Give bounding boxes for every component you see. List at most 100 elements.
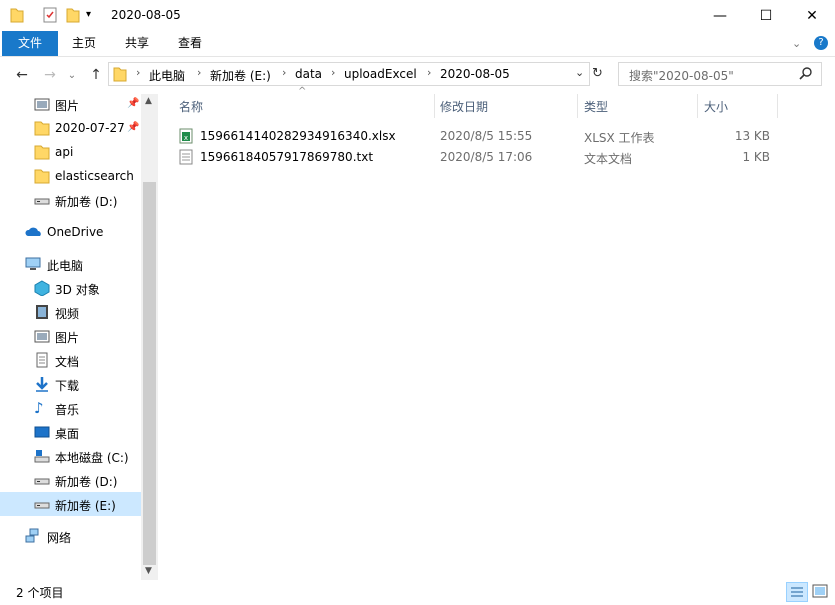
nav-item-desktop[interactable]: 桌面 <box>0 420 141 444</box>
nav-item-documents[interactable]: 文档 <box>0 348 141 372</box>
pin-icon[interactable]: 📌 <box>127 98 139 109</box>
nav-item-drive-c[interactable]: 本地磁盘 (C:) <box>0 444 141 468</box>
excel-file-icon: x <box>179 128 193 144</box>
search-icon[interactable] <box>799 66 813 80</box>
breadcrumb-uploadexcel[interactable]: uploadExcel <box>344 67 417 81</box>
window-title: 2020-08-05 <box>111 8 181 22</box>
onedrive-icon <box>25 224 41 240</box>
3d-objects-icon <box>34 280 50 296</box>
drive-icon <box>34 472 50 488</box>
back-button[interactable]: ← <box>12 66 32 84</box>
scroll-up-icon[interactable]: ▲ <box>145 96 152 106</box>
nav-scrollbar[interactable]: ▲ ▼ <box>141 94 158 581</box>
breadcrumb-separator: › <box>427 66 432 79</box>
column-divider[interactable] <box>777 94 778 118</box>
breadcrumb-current[interactable]: 2020-08-05 <box>440 67 510 81</box>
folder-icon <box>34 144 50 160</box>
network-icon <box>25 528 41 544</box>
nav-item-api[interactable]: api <box>0 140 141 164</box>
pictures-icon <box>34 96 50 112</box>
table-row[interactable]: x 1596614140282934916340.xlsx 2020/8/5 1… <box>170 126 780 147</box>
text-file-icon <box>179 149 193 165</box>
address-bar[interactable]: › 此电脑 › 新加卷 (E:) › data › uploadExcel › … <box>108 62 590 86</box>
ribbon-expand-icon[interactable]: ⌄ <box>792 37 801 50</box>
breadcrumb-separator: › <box>331 66 336 79</box>
file-size: 1 KB <box>742 150 770 164</box>
tab-share[interactable]: 共享 <box>117 31 157 56</box>
column-divider[interactable] <box>697 94 698 118</box>
scroll-down-icon[interactable]: ▼ <box>145 566 152 576</box>
column-header-size[interactable]: 大小 <box>704 98 728 115</box>
sort-indicator-icon: ^ <box>298 86 307 97</box>
nav-item-2020-07-27[interactable]: 2020-07-27 📌 <box>0 116 141 140</box>
file-size: 13 KB <box>734 129 770 143</box>
pictures-icon <box>34 328 50 344</box>
column-header-modified[interactable]: 修改日期 <box>440 98 488 115</box>
forward-button[interactable]: → <box>40 66 60 84</box>
nav-item-downloads[interactable]: 下载 <box>0 372 141 396</box>
refresh-icon[interactable]: ↻ <box>592 66 603 81</box>
folder-icon <box>34 120 50 136</box>
up-button[interactable]: ↑ <box>86 66 106 84</box>
downloads-icon <box>34 376 50 392</box>
nav-item-3d-objects[interactable]: 3D 对象 <box>0 276 141 300</box>
qat-dropdown-icon[interactable]: ▾ <box>86 9 91 20</box>
file-modified: 2020/8/5 15:55 <box>440 129 533 143</box>
folder-icon <box>113 66 127 82</box>
tab-file[interactable]: 文件 <box>2 31 58 56</box>
status-bar: 2 个项目 <box>0 580 835 605</box>
breadcrumb-this-pc[interactable]: 此电脑 <box>149 67 185 84</box>
large-icons-view-button[interactable] <box>810 582 830 600</box>
details-view-button[interactable] <box>786 582 808 602</box>
drive-icon <box>34 192 50 208</box>
videos-icon <box>34 304 50 320</box>
folder-icon <box>34 168 50 184</box>
tab-view[interactable]: 查看 <box>170 31 210 56</box>
nav-item-music[interactable]: ♪ 音乐 <box>0 396 141 420</box>
new-folder-icon[interactable] <box>66 7 80 23</box>
item-count: 2 个项目 <box>16 586 64 600</box>
nav-item-onedrive[interactable]: OneDrive <box>0 220 141 244</box>
nav-item-drive-e[interactable]: 新加卷 (E:) <box>0 492 141 516</box>
nav-item-network[interactable]: 网络 <box>0 524 141 548</box>
breadcrumb-separator: › <box>197 66 202 79</box>
file-type: XLSX 工作表 <box>584 131 655 145</box>
address-dropdown-icon[interactable]: ⌄ <box>575 66 584 79</box>
column-header-name[interactable]: 名称 <box>179 98 203 115</box>
nav-item-videos[interactable]: 视频 <box>0 300 141 324</box>
maximize-button[interactable]: ☐ <box>743 0 789 31</box>
breadcrumb-separator: › <box>282 66 287 79</box>
close-button[interactable]: ✕ <box>789 0 835 31</box>
search-placeholder: 搜索"2020-08-05" <box>629 69 734 83</box>
breadcrumb-data[interactable]: data <box>295 67 322 81</box>
search-box[interactable]: 搜索"2020-08-05" <box>618 62 822 86</box>
pin-icon[interactable]: 📌 <box>127 122 139 133</box>
column-divider[interactable] <box>434 94 435 118</box>
properties-icon[interactable] <box>43 7 57 23</box>
help-icon[interactable]: ? <box>814 36 828 50</box>
nav-item-drive-d[interactable]: 新加卷 (D:) <box>0 468 141 492</box>
recent-locations-icon[interactable]: ⌄ <box>62 66 82 84</box>
file-name: 1596614140282934916340.xlsx <box>200 129 396 143</box>
svg-text:x: x <box>184 134 188 142</box>
scrollbar-thumb[interactable] <box>143 182 156 565</box>
navigation-pane: 图片 📌 2020-07-27 📌 api elasticsearch 新加卷 … <box>0 90 158 580</box>
file-type: 文本文档 <box>584 152 633 166</box>
nav-item-pictures-quick[interactable]: 图片 📌 <box>0 92 141 116</box>
minimize-button[interactable]: — <box>697 0 743 31</box>
file-modified: 2020/8/5 17:06 <box>440 150 533 164</box>
documents-icon <box>34 352 50 368</box>
table-row[interactable]: 15966184057917869780.txt 2020/8/5 17:06 … <box>170 147 780 168</box>
nav-item-pictures[interactable]: 图片 <box>0 324 141 348</box>
system-drive-icon <box>34 448 50 464</box>
nav-item-this-pc[interactable]: 此电脑 <box>0 252 141 276</box>
breadcrumb-drive-e[interactable]: 新加卷 (E:) <box>210 67 271 84</box>
nav-item-elasticsearch[interactable]: elasticsearch <box>0 164 141 188</box>
nav-item-drive-d-quick[interactable]: 新加卷 (D:) <box>0 188 141 212</box>
folder-icon <box>10 7 24 23</box>
tab-home[interactable]: 主页 <box>64 31 104 56</box>
breadcrumb-separator: › <box>136 66 141 79</box>
drive-icon <box>34 496 50 512</box>
column-divider[interactable] <box>577 94 578 118</box>
column-header-type[interactable]: 类型 <box>584 98 608 115</box>
